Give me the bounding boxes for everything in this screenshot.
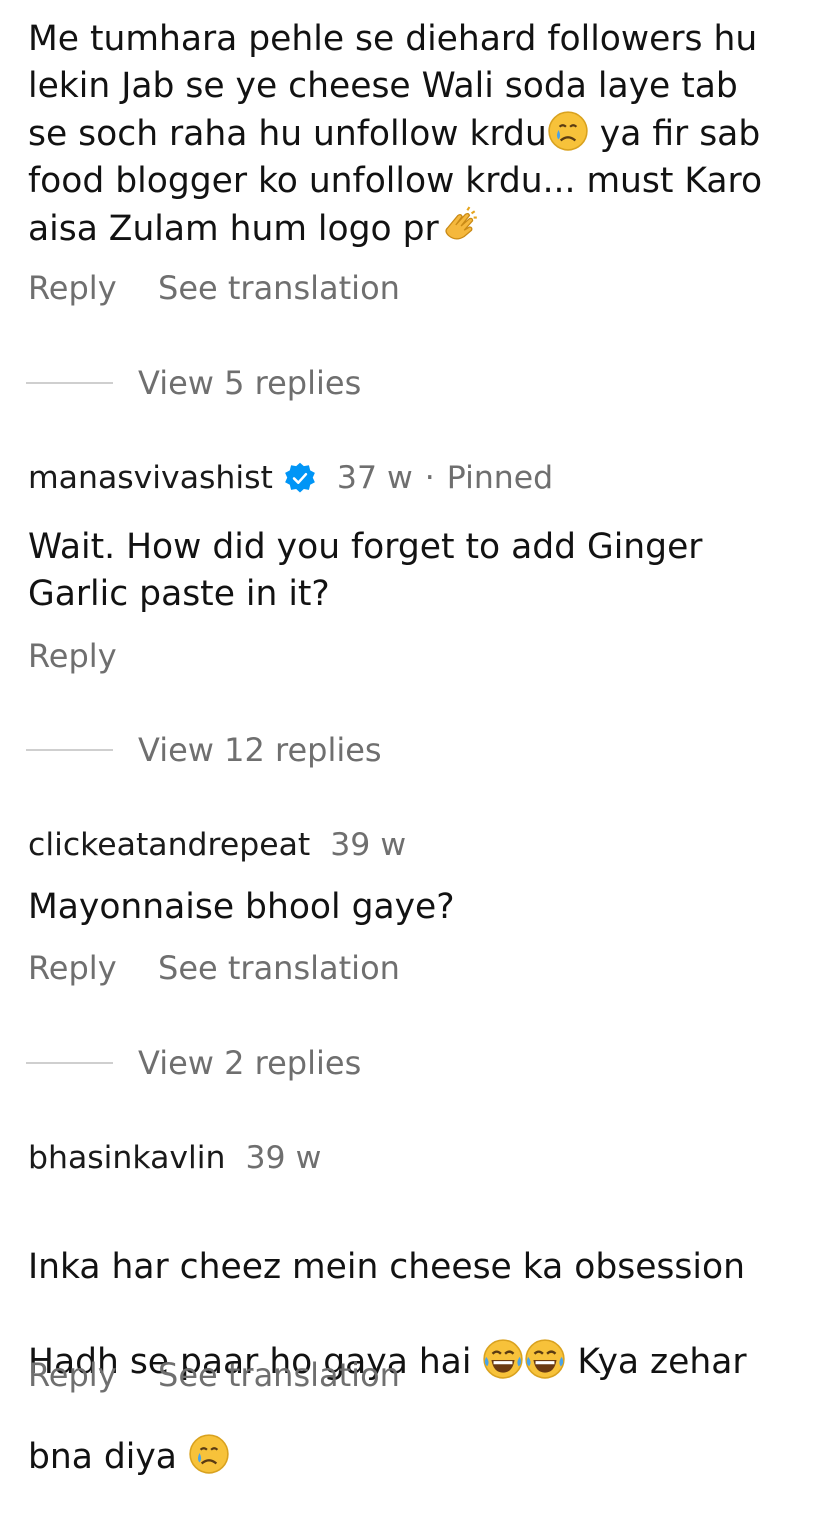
replies-divider-line xyxy=(26,1062,113,1064)
comment-text-part: Kya zehar xyxy=(566,1342,747,1382)
comment-text-line: Inka har cheez mein cheese ka obsession xyxy=(28,1247,745,1287)
see-translation-button[interactable]: See translation xyxy=(158,948,400,988)
view-replies-button[interactable]: View 12 replies xyxy=(26,730,382,770)
comment-header: manasvivashist 37 w · Pinned xyxy=(28,458,553,498)
comment-username[interactable]: clickeatandrepeat xyxy=(28,825,310,865)
comment-actions: Reply See translation xyxy=(28,1355,400,1395)
view-replies-button[interactable]: View 5 replies xyxy=(26,363,361,403)
crying-face-icon xyxy=(548,111,588,151)
comment-time: 39 w xyxy=(330,827,407,863)
view-replies-label: View 5 replies xyxy=(138,364,362,402)
comment-text: Me tumhara pehle se diehard followers hu… xyxy=(28,16,798,253)
comment-username[interactable]: manasvivashist xyxy=(28,458,273,498)
replies-divider-line xyxy=(26,749,113,751)
meta-separator: · xyxy=(424,460,435,496)
comment-text: Wait. How did you forget to add Ginger G… xyxy=(28,527,703,614)
reply-button[interactable]: Reply xyxy=(28,1355,158,1395)
see-translation-button[interactable]: See translation xyxy=(158,1355,400,1395)
reply-button[interactable]: Reply xyxy=(28,268,158,308)
view-replies-label: View 2 replies xyxy=(138,1044,362,1082)
comment-text-line: bna diya xyxy=(28,1433,798,1481)
crying-face-icon xyxy=(189,1434,229,1474)
clapping-hands-icon xyxy=(445,206,477,240)
tears-of-joy-icon xyxy=(525,1339,566,1379)
comment-text: Mayonnaise bhool gaye? xyxy=(28,887,455,927)
view-replies-button[interactable]: View 2 replies xyxy=(26,1043,361,1083)
reply-button[interactable]: Reply xyxy=(28,948,158,988)
comment-text-part: bna diya xyxy=(28,1437,188,1477)
tears-of-joy-icon xyxy=(483,1339,524,1379)
reply-button[interactable]: Reply xyxy=(28,636,158,676)
comment-actions: Reply xyxy=(28,636,158,676)
view-replies-label: View 12 replies xyxy=(138,731,382,769)
pinned-label: Pinned xyxy=(446,460,554,496)
comment-actions: Reply See translation xyxy=(28,268,400,308)
see-translation-button[interactable]: See translation xyxy=(158,268,400,308)
comment-header: bhasinkavlin 39 w xyxy=(28,1138,321,1178)
verified-badge-icon xyxy=(285,462,315,493)
replies-divider-line xyxy=(26,382,113,384)
comment-header: clickeatandrepeat 39 w xyxy=(28,825,406,865)
comment-time: 37 w xyxy=(336,460,413,496)
comment-actions: Reply See translation xyxy=(28,948,400,988)
comment-username[interactable]: bhasinkavlin xyxy=(28,1138,226,1178)
comment-time: 39 w xyxy=(245,1140,322,1176)
